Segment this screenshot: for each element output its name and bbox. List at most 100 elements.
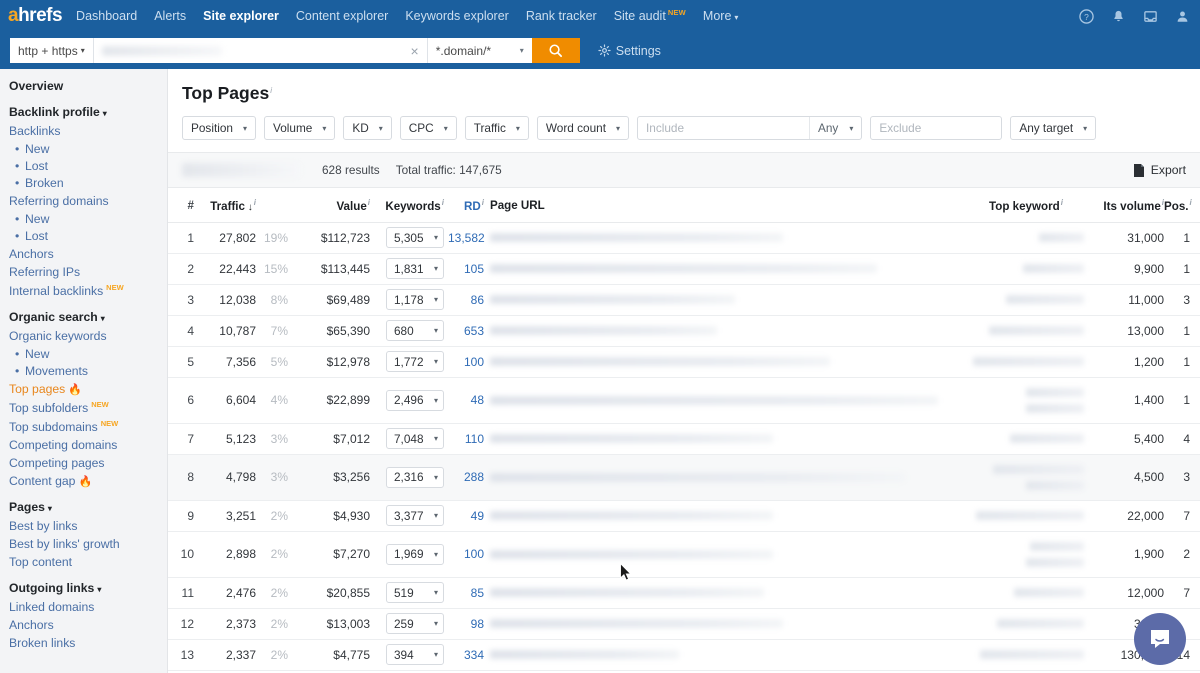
top-keyword-cell[interactable] [962,284,1090,316]
table-row[interactable]: 8 4,798 3% $3,256 2,316 ▾ 288 4,500 3 [168,454,1200,501]
info-icon[interactable]: i [270,86,272,95]
top-keyword-cell[interactable] [962,454,1090,501]
include-any-selector[interactable]: Any ▾ [808,117,861,139]
referring-domains-link[interactable]: 653 [448,315,490,347]
column-header-rd[interactable]: RDi [448,188,490,223]
keywords-dropdown[interactable]: 2,316 ▾ [386,466,444,488]
sidebar-item-best-by-links[interactable]: Best by links [9,519,167,533]
scope-selector[interactable]: *.domain/* ▾ [426,38,532,63]
table-row[interactable]: 10 2,898 2% $7,270 1,969 ▾ 100 1,900 2 [168,531,1200,578]
info-icon[interactable]: i [254,198,256,207]
sidebar-item-new[interactable]: New [15,212,167,226]
column-header-kw[interactable]: Keywordsi [370,188,448,223]
top-keyword-cell[interactable] [962,531,1090,578]
sidebar-item-top-subfolders[interactable]: Top subfolders NEW [9,400,167,415]
keywords-dropdown[interactable]: 5,305 ▾ [386,227,444,249]
sidebar-item-top-content[interactable]: Top content [9,555,167,569]
sidebar-item-competing-pages[interactable]: Competing pages [9,456,167,470]
top-keyword-cell[interactable] [962,315,1090,347]
target-input-wrapper[interactable]: × [93,38,427,63]
top-keyword-cell[interactable] [962,608,1090,640]
table-row[interactable]: 2 22,443 15% $113,445 1,831 ▾ 105 9,900 1 [168,253,1200,285]
sidebar-item-overview[interactable]: Overview [9,79,167,93]
bell-icon[interactable] [1111,9,1126,24]
info-icon[interactable]: i [442,198,444,207]
info-icon[interactable]: i [368,198,370,207]
nav-item-alerts[interactable]: Alerts [154,9,186,23]
keywords-dropdown[interactable]: 7,048 ▾ [386,428,444,450]
intercom-chat-button[interactable] [1134,613,1186,665]
sidebar-item-outgoing-links[interactable]: Outgoing links ▾ [9,581,167,595]
filter-position[interactable]: Position ▾ [182,116,256,140]
page-url-cell[interactable] [490,284,962,316]
top-keyword-cell[interactable] [962,222,1090,254]
user-icon[interactable] [1175,9,1190,24]
filter-cpc[interactable]: CPC ▾ [399,116,457,140]
table-row[interactable]: 7 5,123 3% $7,012 7,048 ▾ 110 5,400 4 [168,423,1200,455]
top-keyword-cell[interactable] [962,639,1090,671]
column-header-traf[interactable]: Traffic ↓i [200,188,256,223]
sidebar-item-referring-ips[interactable]: Referring IPs [9,265,167,279]
nav-item-keywords-explorer[interactable]: Keywords explorer [405,9,509,23]
any-target-filter[interactable]: Any target ▾ [1010,116,1097,140]
top-keyword-cell[interactable] [962,577,1090,609]
referring-domains-link[interactable]: 48 [448,377,490,424]
column-header-vol[interactable]: Its volumei [1090,188,1164,223]
sidebar-item-organic-search[interactable]: Organic search ▾ [9,310,167,324]
sidebar-item-lost[interactable]: Lost [15,159,167,173]
sidebar-item-top-subdomains[interactable]: Top subdomains NEW [9,419,167,434]
keywords-dropdown[interactable]: 2,496 ▾ [386,389,444,411]
page-url-cell[interactable] [490,377,962,424]
keywords-dropdown[interactable]: 1,831 ▾ [386,258,444,280]
filter-volume[interactable]: Volume ▾ [264,116,336,140]
referring-domains-link[interactable]: 49 [448,500,490,532]
page-url-cell[interactable] [490,346,962,378]
sidebar-item-content-gap[interactable]: Content gap 🔥 [9,474,167,488]
referring-domains-link[interactable]: 288 [448,454,490,501]
page-url-cell[interactable] [490,253,962,285]
inbox-icon[interactable] [1143,9,1158,24]
info-icon[interactable]: i [1189,198,1191,207]
referring-domains-link[interactable]: 105 [448,253,490,285]
keywords-dropdown[interactable]: 519 ▾ [386,582,444,604]
page-url-cell[interactable] [490,608,962,640]
top-keyword-cell[interactable] [962,500,1090,532]
table-row[interactable]: 5 7,356 5% $12,978 1,772 ▾ 100 1,200 1 [168,346,1200,378]
settings-button[interactable]: Settings [598,44,661,58]
sidebar-item-broken[interactable]: Broken [15,176,167,190]
sidebar-item-new[interactable]: New [15,347,167,361]
include-input[interactable] [637,117,809,139]
page-url-cell[interactable] [490,500,962,532]
table-row[interactable]: 11 2,476 2% $20,855 519 ▾ 85 12,000 7 [168,577,1200,609]
sidebar-item-anchors[interactable]: Anchors [9,618,167,632]
referring-domains-link[interactable]: 334 [448,639,490,671]
nav-item-rank-tracker[interactable]: Rank tracker [526,9,597,23]
sidebar-item-lost[interactable]: Lost [15,229,167,243]
nav-item-site-explorer[interactable]: Site explorer [203,9,279,23]
top-keyword-cell[interactable] [962,423,1090,455]
page-url-cell[interactable] [490,454,962,501]
page-url-cell[interactable] [490,423,962,455]
table-row[interactable]: 132,3372%$4,775394▾334130,00014 [168,639,1200,671]
ahrefs-logo[interactable]: ahrefs [8,5,76,27]
referring-domains-link[interactable]: 100 [448,531,490,578]
keywords-dropdown[interactable]: 1,772 ▾ [386,351,444,373]
table-row[interactable]: 122,3732%$13,003259▾983,200 [168,608,1200,640]
nav-item-more[interactable]: More ▾ [703,9,739,23]
referring-domains-link[interactable]: 86 [448,284,490,316]
page-url-cell[interactable] [490,577,962,609]
page-url-cell[interactable] [490,315,962,347]
info-icon[interactable]: i [1061,198,1063,207]
referring-domains-link[interactable]: 100 [448,346,490,378]
referring-domains-link[interactable]: 98 [448,608,490,640]
keywords-dropdown[interactable]: 1,969 ▾ [386,543,444,565]
sidebar-item-backlink-profile[interactable]: Backlink profile ▾ [9,105,167,119]
column-header-tkw[interactable]: Top keywordi [962,188,1090,223]
sidebar-item-referring-domains[interactable]: Referring domains [9,194,167,208]
nav-item-content-explorer[interactable]: Content explorer [296,9,388,23]
clear-icon[interactable]: × [411,44,419,58]
top-keyword-cell[interactable] [962,346,1090,378]
sidebar-item-top-pages[interactable]: Top pages 🔥 [9,382,167,396]
export-button[interactable]: Export [1133,163,1186,177]
sidebar-item-broken-links[interactable]: Broken links [9,636,167,650]
